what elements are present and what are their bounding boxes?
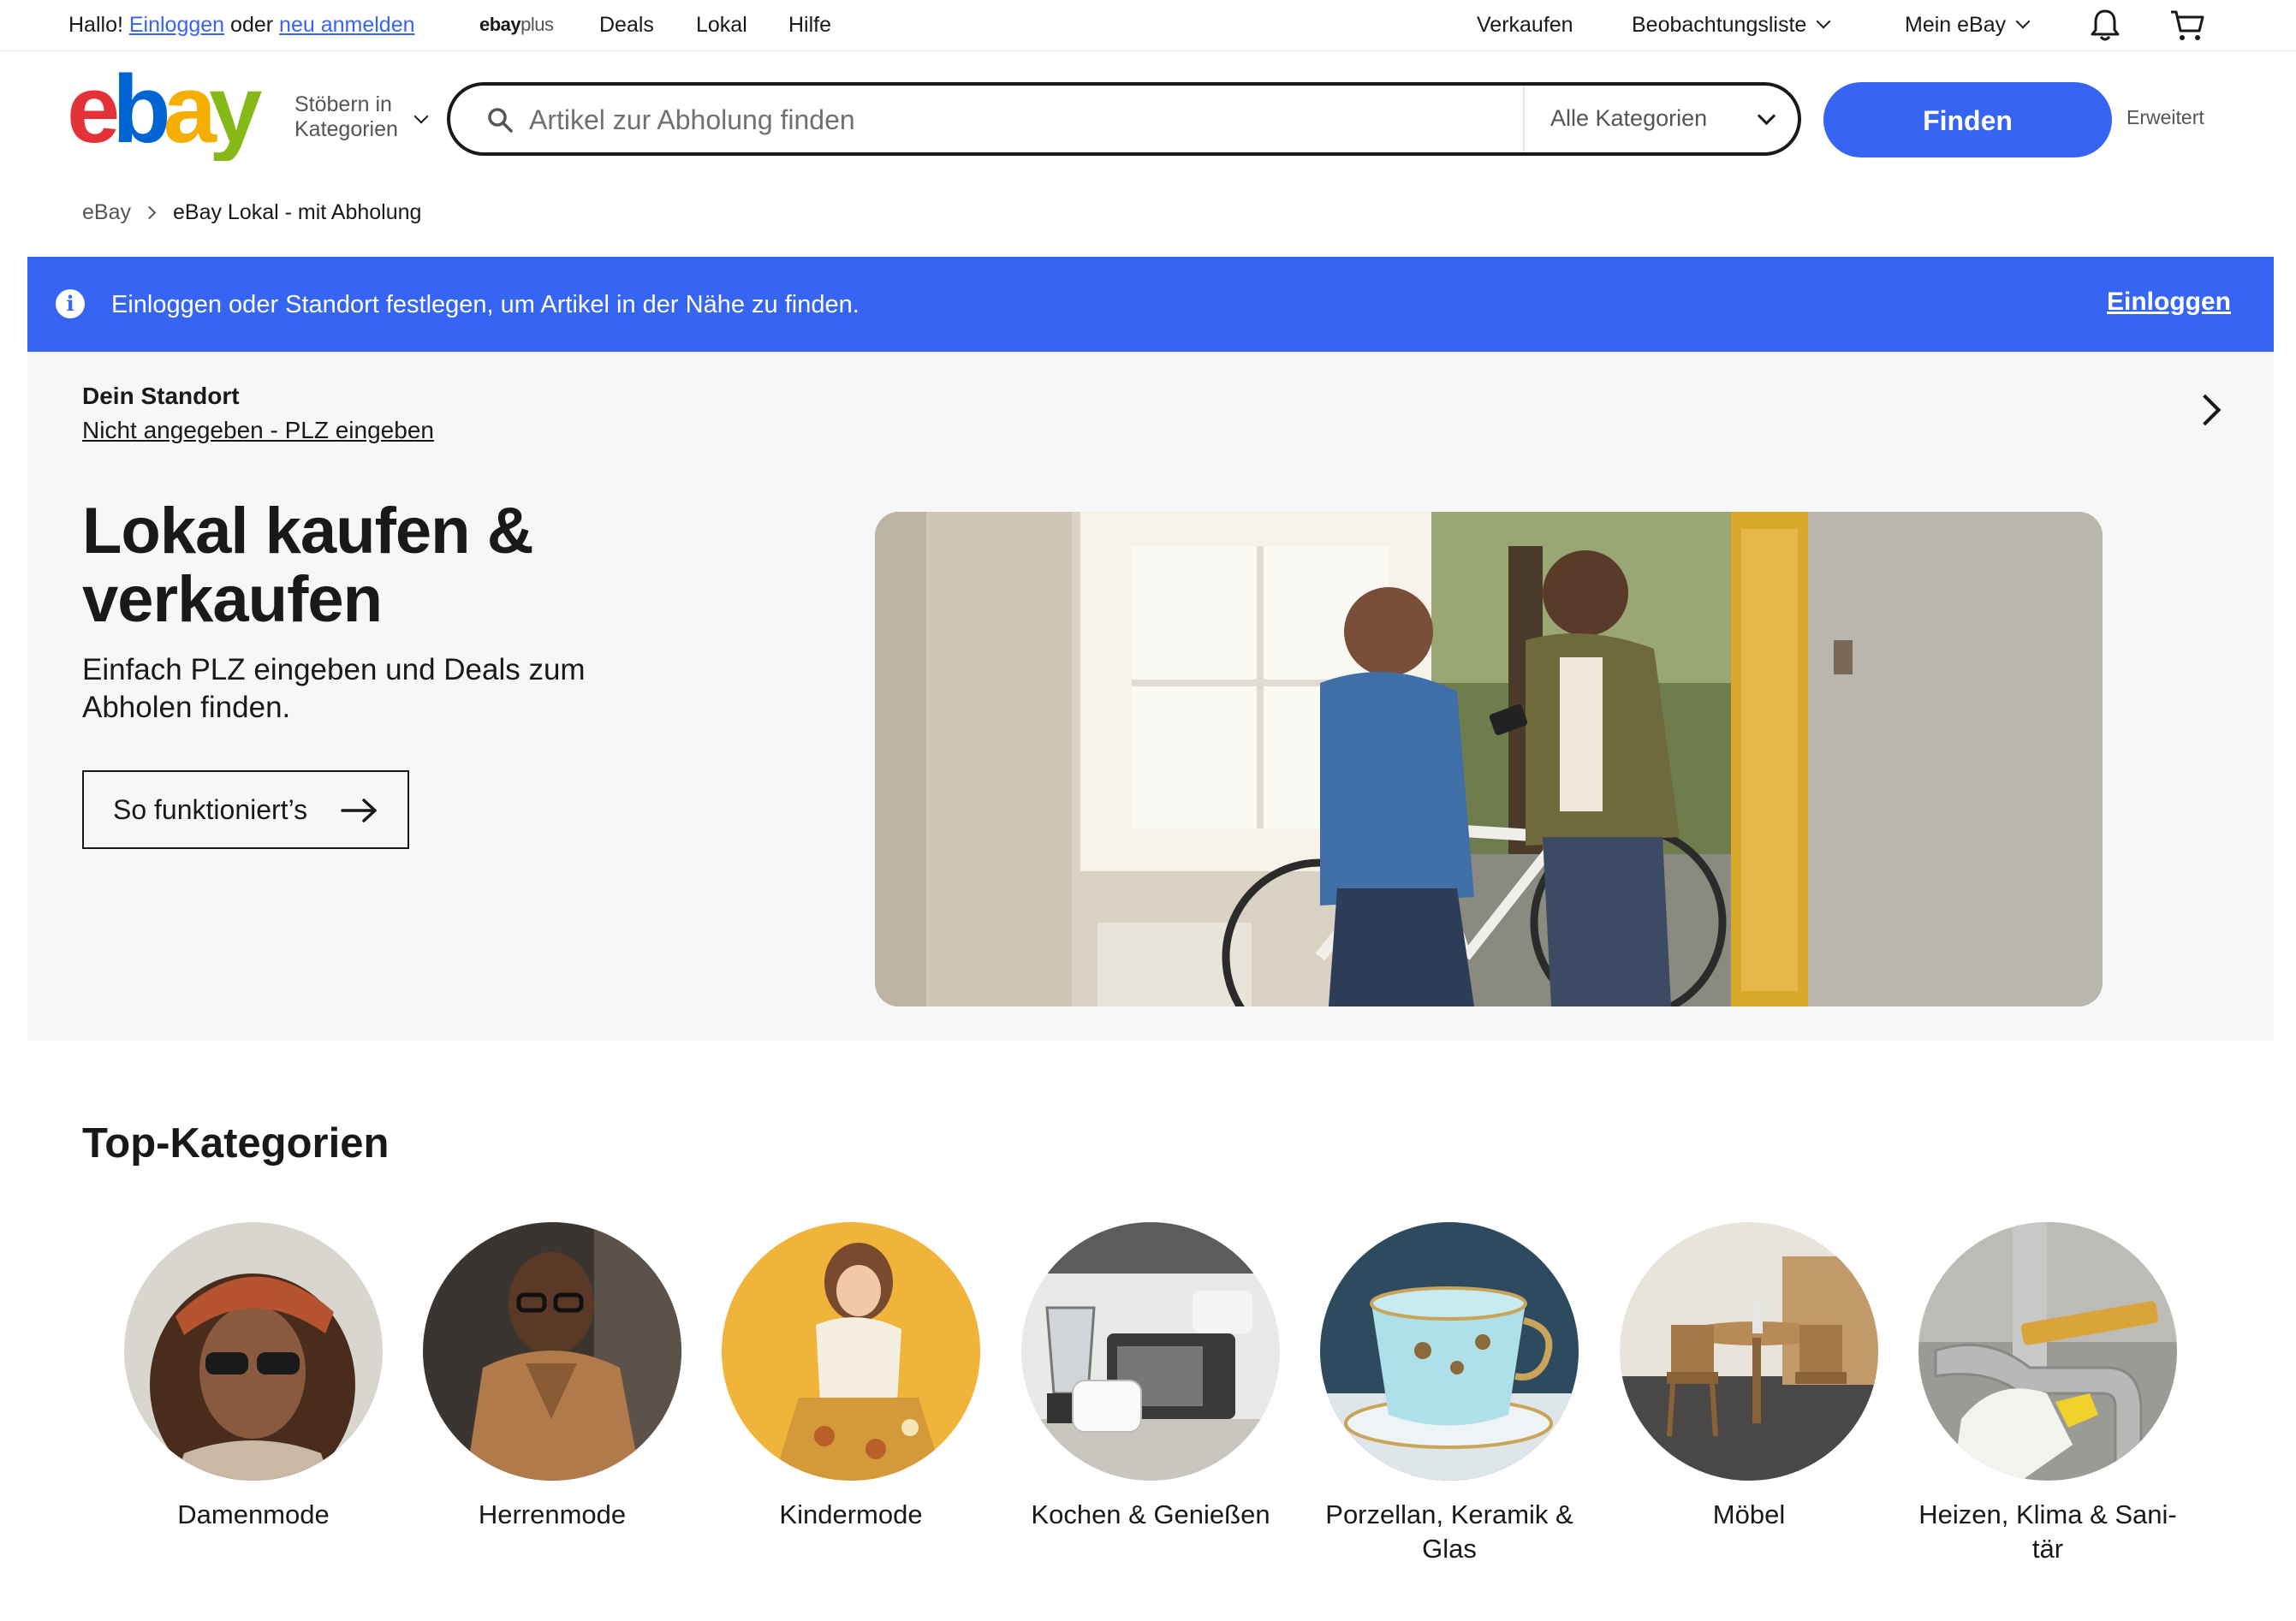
- category-label: Herrenmode: [478, 1499, 627, 1529]
- nav-lokal[interactable]: Lokal: [696, 11, 747, 39]
- nav-hilfe[interactable]: Hilfe: [788, 11, 831, 39]
- bell-icon[interactable]: [2090, 8, 2121, 46]
- category-image-porzellan: [1320, 1222, 1579, 1481]
- category-select[interactable]: Alle Kategorien: [1550, 103, 1707, 134]
- signin-banner: i Einloggen oder Standort festlegen, um …: [27, 257, 2274, 352]
- category-tile-herrenmode[interactable]: Herrenmode: [407, 1222, 698, 1532]
- category-image-heizen: [1918, 1222, 2177, 1481]
- ebay-plus-link[interactable]: ebayplus: [479, 11, 554, 39]
- advanced-search-link[interactable]: Erweitert: [2126, 106, 2204, 129]
- chevron-down-icon: [1816, 14, 1831, 29]
- register-link[interactable]: neu anmelden: [279, 13, 414, 37]
- how-it-works-button[interactable]: So funktioniert’s: [82, 770, 409, 849]
- category-tile-kochen[interactable]: Kochen & Genießen: [1005, 1222, 1296, 1532]
- watchlist-menu[interactable]: Beobachtungsliste: [1632, 11, 1831, 39]
- category-image-kochen: [1021, 1222, 1280, 1481]
- chevron-right-icon: [142, 205, 157, 220]
- category-image-herrenmode: [423, 1222, 681, 1481]
- info-icon: i: [56, 289, 85, 318]
- browse-categories-label: Stöbern in Kategorien: [294, 92, 398, 141]
- how-it-works-label: So funktioniert’s: [113, 793, 308, 825]
- banner-login-link[interactable]: Einloggen: [2107, 288, 2231, 317]
- cart-icon[interactable]: [2169, 9, 2205, 47]
- hero-subtitle: Einfach PLZ eingeben und Deals zum Abhol…: [82, 653, 586, 724]
- category-image-moebel: [1620, 1222, 1878, 1481]
- category-tile-damenmode[interactable]: Damenmode: [108, 1222, 399, 1532]
- or-text: oder: [230, 13, 274, 37]
- category-tile-porzellan[interactable]: Porzellan, Keramik & Glas: [1304, 1222, 1595, 1566]
- ebay-logo[interactable]: ebay: [67, 56, 272, 163]
- my-ebay-menu[interactable]: Mein eBay: [1905, 11, 2031, 39]
- category-label: Heizen, Klima & Sani- tär: [1918, 1499, 2177, 1564]
- category-tile-heizen[interactable]: Heizen, Klima & Sani- tär: [1902, 1222, 2193, 1566]
- chevron-down-icon[interactable]: [1757, 106, 1776, 126]
- hero-title: Lokal kaufen & verkaufen: [82, 495, 534, 636]
- hero-image: [875, 512, 2103, 1006]
- category-label: Kindermode: [779, 1499, 923, 1529]
- hero-section: Dein Standort Nicht angegeben - PLZ eing…: [27, 352, 2274, 1041]
- nav-deals[interactable]: Deals: [599, 11, 654, 39]
- svg-text:ebay: ebay: [67, 67, 262, 161]
- location-zip-link[interactable]: Nicht angegeben - PLZ eingeben: [82, 415, 434, 446]
- chevron-down-icon: [413, 109, 429, 124]
- login-link[interactable]: Einloggen: [129, 13, 224, 37]
- search-button[interactable]: Finden: [1823, 82, 2112, 157]
- category-image-damenmode: [124, 1222, 383, 1481]
- location-label: Dein Standort: [82, 383, 240, 409]
- breadcrumb: eBay eBay Lokal - mit Abholung: [82, 199, 421, 226]
- arrow-right-icon: [341, 798, 378, 830]
- greeting-text: Hallo! Einloggen oder neu anmelden: [68, 11, 415, 39]
- category-label: Möbel: [1712, 1499, 1786, 1529]
- breadcrumb-current: eBay Lokal - mit Abholung: [172, 200, 422, 224]
- category-tile-moebel[interactable]: Möbel: [1603, 1222, 1894, 1532]
- sell-link[interactable]: Verkaufen: [1477, 11, 1573, 39]
- banner-message: Einloggen oder Standort festlegen, um Ar…: [111, 291, 860, 318]
- search-icon: [486, 106, 514, 138]
- search-divider: [1523, 86, 1525, 152]
- breadcrumb-ebay[interactable]: eBay: [82, 200, 131, 224]
- category-label: Kochen & Genießen: [1031, 1499, 1270, 1529]
- search-input[interactable]: [527, 96, 1233, 144]
- chevron-right-icon[interactable]: [2189, 394, 2222, 426]
- category-tile-kindermode[interactable]: Kindermode: [705, 1222, 996, 1532]
- watchlist-label: Beobachtungsliste: [1632, 13, 1807, 37]
- ebay-plus-word: plus: [520, 14, 554, 35]
- category-image-kindermode: [722, 1222, 980, 1481]
- chevron-down-icon: [2015, 14, 2031, 29]
- top-categories-title: Top-Kategorien: [82, 1120, 390, 1167]
- category-label: Porzellan, Keramik & Glas: [1325, 1499, 1573, 1564]
- ebay-plus-ebay: ebay: [479, 14, 521, 35]
- search-bar: Alle Kategorien: [447, 82, 1801, 156]
- my-ebay-label: Mein eBay: [1905, 13, 2007, 37]
- top-utility-bar: Hallo! Einloggen oder neu anmelden ebayp…: [0, 0, 2296, 51]
- greeting-label: Hallo!: [68, 13, 123, 37]
- category-label: Damenmode: [177, 1499, 330, 1529]
- browse-categories-button[interactable]: Stöbern in Kategorien: [294, 92, 431, 142]
